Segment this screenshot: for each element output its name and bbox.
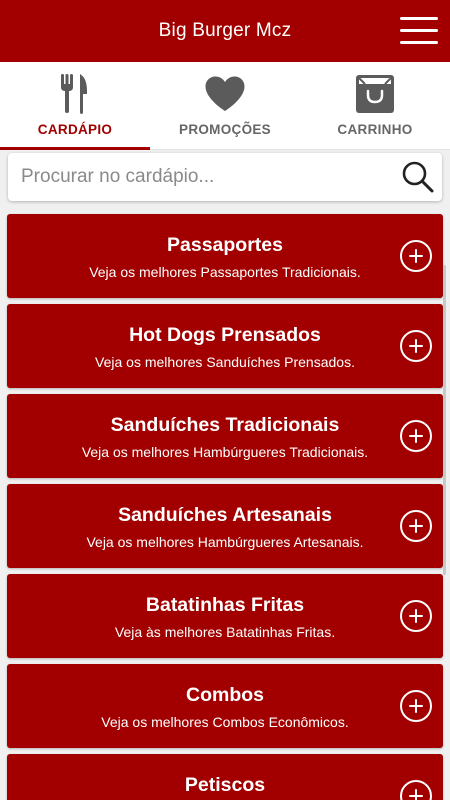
category-list[interactable]: Passaportes Veja os melhores Passaportes… — [0, 204, 450, 800]
add-circle-icon[interactable] — [400, 510, 432, 542]
app-title: Big Burger Mcz — [158, 20, 292, 41]
add-circle-icon[interactable] — [400, 420, 432, 452]
category-subtitle: Veja às melhores Batatinhas Fritas. — [114, 624, 336, 640]
category-subtitle: Veja os melhores Sanduíches Prensados. — [95, 354, 355, 370]
heart-icon — [205, 74, 245, 114]
search-bar — [8, 153, 442, 201]
category-card[interactable]: Combos Veja os melhores Combos Econômico… — [7, 664, 443, 748]
category-subtitle: Veja os melhores Hambúrgueres Artesanais… — [86, 534, 364, 550]
scrollbar[interactable] — [443, 265, 446, 575]
category-card[interactable]: Sanduíches Tradicionais Veja os melhores… — [7, 394, 443, 478]
category-card[interactable]: Batatinhas Fritas Veja às melhores Batat… — [7, 574, 443, 658]
search-input[interactable] — [8, 153, 394, 201]
add-circle-icon[interactable] — [400, 690, 432, 722]
shopping-bag-icon — [355, 74, 395, 114]
category-title: Petiscos — [184, 774, 266, 796]
tab-carrinho[interactable]: CARRINHO — [300, 62, 450, 149]
category-subtitle: Veja os melhores Passaportes Tradicionai… — [89, 264, 361, 280]
category-subtitle: Veja os melhores Combos Econômicos. — [101, 714, 349, 730]
fork-knife-icon — [60, 74, 90, 114]
tab-label: CARDÁPIO — [37, 122, 113, 137]
add-circle-icon[interactable] — [400, 240, 432, 272]
category-subtitle: Veja os melhores Hambúrgueres Tradiciona… — [81, 444, 369, 460]
app-header: Big Burger Mcz — [0, 0, 450, 62]
category-card[interactable]: Hot Dogs Prensados Veja os melhores Sand… — [7, 304, 443, 388]
category-title: Combos — [186, 684, 264, 706]
category-title: Batatinhas Fritas — [145, 594, 305, 616]
tab-promocoes[interactable]: PROMOÇÕES — [150, 62, 300, 149]
category-card[interactable]: Petiscos — [7, 754, 443, 800]
category-card[interactable]: Passaportes Veja os melhores Passaportes… — [7, 214, 443, 298]
tab-label: CARRINHO — [337, 122, 413, 137]
add-circle-icon[interactable] — [400, 330, 432, 362]
tab-cardapio[interactable]: CARDÁPIO — [0, 62, 150, 150]
hamburger-menu-icon[interactable] — [400, 17, 438, 45]
search-icon[interactable] — [394, 153, 442, 201]
category-card[interactable]: Sanduíches Artesanais Veja os melhores H… — [7, 484, 443, 568]
add-circle-icon[interactable] — [400, 600, 432, 632]
category-title: Sanduíches Tradicionais — [110, 414, 340, 436]
category-title: Passaportes — [167, 234, 283, 256]
tab-bar: CARDÁPIO PROMOÇÕES CARRINHO — [0, 62, 450, 150]
tab-label: PROMOÇÕES — [179, 122, 271, 137]
category-title: Sanduíches Artesanais — [118, 504, 332, 526]
category-title: Hot Dogs Prensados — [129, 324, 321, 346]
